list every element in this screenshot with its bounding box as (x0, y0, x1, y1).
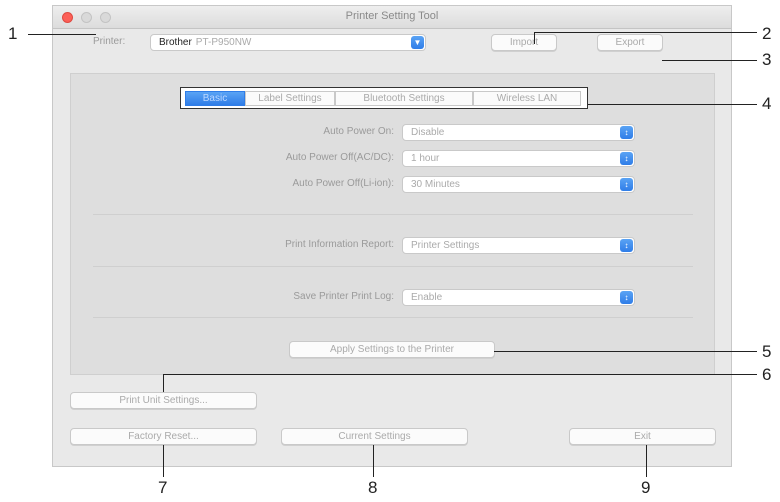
chevron-updown-icon: ↕ (620, 239, 633, 252)
import-button[interactable]: Import (491, 34, 557, 51)
chevron-updown-icon: ↕ (620, 178, 633, 191)
auto-power-off-li-label: Auto Power Off(Li-ion): (292, 178, 394, 189)
callout-line-2 (534, 32, 757, 33)
print-info-report-value: Printer Settings (411, 240, 480, 251)
auto-power-off-ac-select[interactable]: 1 hour ↕ (402, 150, 635, 167)
callout-7: 7 (158, 478, 168, 497)
callout-line-9 (646, 445, 647, 477)
auto-power-off-li-value: 30 Minutes (411, 179, 460, 190)
save-print-log-label: Save Printer Print Log: (293, 291, 394, 302)
callout-5: 5 (762, 342, 772, 361)
chevron-updown-icon: ↕ (620, 126, 633, 139)
callout-line-6 (163, 374, 757, 375)
callout-2: 2 (762, 24, 772, 43)
tab-basic[interactable]: Basic (185, 91, 245, 106)
tab-wireless-lan[interactable]: Wireless LAN (473, 91, 581, 106)
auto-power-on-label: Auto Power On: (323, 126, 394, 137)
callout-line-5 (494, 351, 757, 352)
callout-line-2-drop (534, 32, 535, 44)
auto-power-off-li-select[interactable]: 30 Minutes ↕ (402, 176, 635, 193)
current-settings-button[interactable]: Current Settings (281, 428, 468, 445)
export-button[interactable]: Export (597, 34, 663, 51)
settings-panel (70, 73, 715, 375)
print-info-report-label: Print Information Report: (285, 239, 394, 250)
callout-8: 8 (368, 478, 378, 497)
callout-6: 6 (762, 365, 772, 384)
auto-power-on-select[interactable]: Disable ↕ (402, 124, 635, 141)
callout-line-6-drop (163, 374, 164, 392)
callout-1: 1 (8, 24, 18, 43)
save-print-log-value: Enable (411, 292, 443, 303)
callout-9: 9 (641, 478, 651, 497)
callout-3: 3 (762, 50, 772, 69)
callout-line-7 (163, 445, 164, 477)
print-info-report-select[interactable]: Printer Settings ↕ (402, 237, 635, 254)
separator (93, 214, 693, 215)
save-print-log-select[interactable]: Enable ↕ (402, 289, 635, 306)
auto-power-off-ac-value: 1 hour (411, 153, 440, 164)
title-bar: Printer Setting Tool (53, 6, 731, 29)
tab-label-settings[interactable]: Label Settings (245, 91, 335, 106)
printer-model: PT-P950NW (195, 37, 252, 48)
separator (93, 266, 693, 267)
callout-4: 4 (762, 94, 772, 113)
printer-label: Printer: (93, 36, 126, 47)
callout-line-4 (588, 104, 757, 105)
separator (93, 317, 693, 318)
tab-bluetooth-settings[interactable]: Bluetooth Settings (335, 91, 473, 106)
apply-settings-button[interactable]: Apply Settings to the Printer (289, 341, 495, 358)
printer-setting-window: Printer Setting Tool Printer: Brother PT… (52, 5, 732, 467)
chevron-down-icon: ▼ (411, 36, 424, 49)
callout-line-8 (373, 445, 374, 477)
window-title: Printer Setting Tool (345, 10, 439, 22)
printer-select[interactable]: Brother PT-P950NW ▼ (150, 34, 426, 51)
factory-reset-button[interactable]: Factory Reset... (70, 428, 257, 445)
printer-brand: Brother (159, 37, 192, 48)
callout-line-3 (662, 60, 757, 61)
auto-power-on-value: Disable (411, 127, 445, 138)
callout-line-1 (28, 34, 96, 35)
tab-bar: Basic Label Settings Bluetooth Settings … (180, 87, 588, 109)
chevron-updown-icon: ↕ (620, 152, 633, 165)
exit-button[interactable]: Exit (569, 428, 716, 445)
print-unit-settings-button[interactable]: Print Unit Settings... (70, 392, 257, 409)
chevron-updown-icon: ↕ (620, 291, 633, 304)
auto-power-off-ac-label: Auto Power Off(AC/DC): (285, 152, 394, 163)
